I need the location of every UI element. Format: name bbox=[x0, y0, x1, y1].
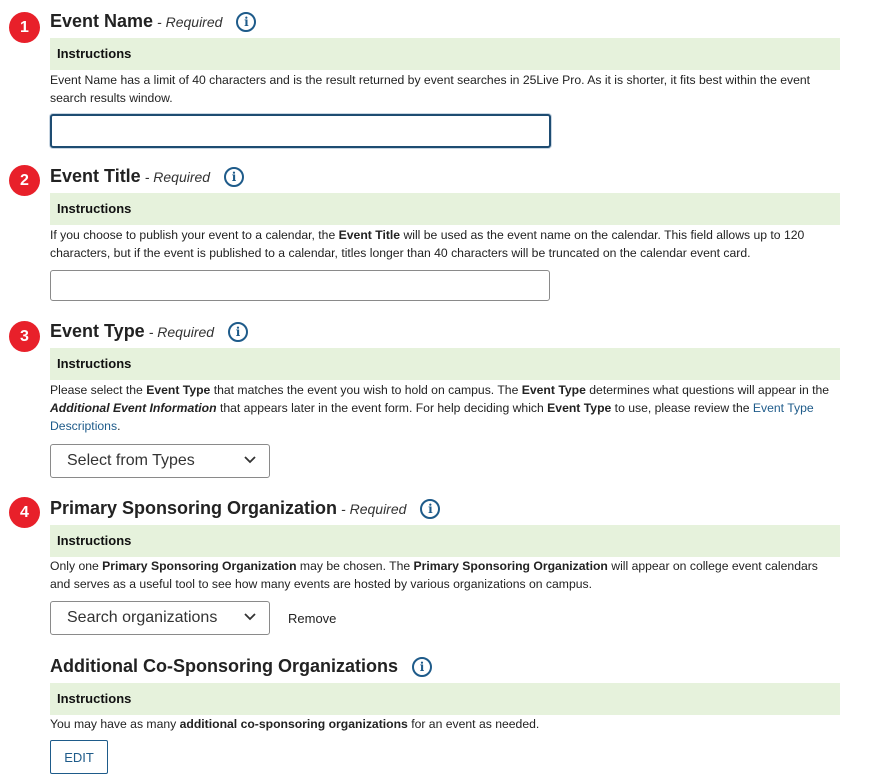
edit-co-sponsors-button[interactable]: EDIT bbox=[50, 740, 108, 774]
organization-search-dropdown[interactable]: Search organizations bbox=[50, 601, 270, 635]
chevron-down-icon bbox=[244, 613, 256, 621]
event-title-required: - Required bbox=[144, 168, 211, 185]
event-type-info-icon[interactable]: i bbox=[228, 321, 249, 342]
primary-sponsor-title: Primary Sponsoring Organization bbox=[50, 498, 338, 518]
event-name-title: Event Name bbox=[50, 11, 154, 31]
primary-sponsor-instructions-label: Instructions bbox=[57, 533, 132, 548]
co-sponsors-description: You may have as many additional co-spons… bbox=[50, 715, 830, 733]
step-badge-1: 1 bbox=[9, 12, 40, 43]
step-badge-2: 2 bbox=[9, 165, 40, 196]
primary-sponsor-desc-part: Only one bbox=[50, 559, 103, 573]
co-sponsors-instructions-bar: Instructions bbox=[50, 683, 840, 715]
event-title-description: If you choose to publish your event to a… bbox=[50, 226, 830, 262]
step-badge-4: 4 bbox=[9, 497, 40, 528]
primary-sponsor-desc-bold: Primary Sponsoring Organization bbox=[413, 559, 608, 573]
event-name-instructions-bar: Instructions bbox=[50, 38, 840, 70]
event-name-heading: Event Name - Required i bbox=[50, 11, 257, 32]
event-type-title: Event Type bbox=[50, 321, 145, 341]
event-type-heading: Event Type - Required i bbox=[50, 321, 249, 342]
event-type-desc-part: . bbox=[117, 419, 121, 433]
event-type-desc-part: determines what questions will appear in… bbox=[585, 383, 830, 397]
event-title-info-icon[interactable]: i bbox=[224, 166, 245, 187]
event-type-required: - Required bbox=[148, 323, 215, 340]
event-type-instructions-bar: Instructions bbox=[50, 348, 840, 380]
event-name-required: - Required bbox=[157, 13, 223, 30]
event-type-desc-bolditalic: Additional Event Information bbox=[50, 401, 217, 415]
primary-sponsor-description: Only one Primary Sponsoring Organization… bbox=[50, 557, 830, 593]
event-title-heading: Event Title - Required i bbox=[50, 166, 245, 187]
event-type-description: Please select the Event Type that matche… bbox=[50, 381, 830, 435]
co-sponsors-instructions-label: Instructions bbox=[57, 691, 132, 706]
event-type-dropdown-label: Select from Types bbox=[67, 452, 195, 469]
co-sponsors-title: Additional Co-Sponsoring Organizations bbox=[50, 656, 398, 676]
co-sponsors-info-icon[interactable]: i bbox=[412, 656, 432, 677]
event-name-description: Event Name has a limit of 40 characters … bbox=[50, 73, 811, 105]
event-name-info-icon[interactable]: i bbox=[236, 11, 257, 32]
event-title-input[interactable] bbox=[50, 270, 550, 301]
event-type-desc-part: that appears later in the event form. Fo… bbox=[216, 401, 548, 415]
co-sponsors-desc-part: for an event as needed. bbox=[407, 717, 540, 731]
primary-sponsor-heading: Primary Sponsoring Organization - Requir… bbox=[50, 498, 441, 519]
co-sponsors-heading: Additional Co-Sponsoring Organizations i bbox=[50, 656, 432, 677]
step-badge-3: 3 bbox=[9, 321, 40, 352]
event-title-instructions-bar: Instructions bbox=[50, 193, 840, 225]
event-type-desc-part: Please select the bbox=[50, 383, 147, 397]
primary-sponsor-required: - Required bbox=[341, 500, 407, 517]
primary-sponsor-instructions-bar: Instructions bbox=[50, 525, 840, 557]
event-type-desc-part: to use, please review the bbox=[611, 401, 753, 415]
event-type-desc-bold: Event Type bbox=[521, 383, 586, 397]
event-title-desc-part: If you choose to publish your event to a… bbox=[50, 228, 339, 242]
event-title-desc-bold: Event Title bbox=[338, 228, 401, 242]
primary-sponsor-info-icon[interactable]: i bbox=[420, 498, 441, 519]
primary-sponsor-desc-part: may be chosen. The bbox=[296, 559, 414, 573]
event-title-title: Event Title bbox=[50, 166, 141, 186]
event-type-desc-bold: Event Type bbox=[547, 401, 612, 415]
event-type-desc-bold: Event Type bbox=[146, 383, 211, 397]
event-type-instructions-label: Instructions bbox=[57, 356, 132, 371]
event-name-instructions-label: Instructions bbox=[57, 46, 132, 61]
remove-organization-button[interactable]: Remove bbox=[288, 611, 336, 626]
primary-sponsor-desc-bold: Primary Sponsoring Organization bbox=[102, 559, 297, 573]
event-type-desc-part: that matches the event you wish to hold … bbox=[210, 383, 522, 397]
co-sponsors-desc-bold: additional co-sponsoring organizations bbox=[179, 717, 408, 731]
event-title-instructions-label: Instructions bbox=[57, 201, 132, 216]
chevron-down-icon bbox=[244, 456, 256, 464]
organization-search-label: Search organizations bbox=[67, 609, 218, 626]
event-name-input[interactable] bbox=[50, 114, 551, 148]
co-sponsors-desc-part: You may have as many bbox=[50, 717, 180, 731]
event-type-dropdown[interactable]: Select from Types bbox=[50, 444, 270, 478]
